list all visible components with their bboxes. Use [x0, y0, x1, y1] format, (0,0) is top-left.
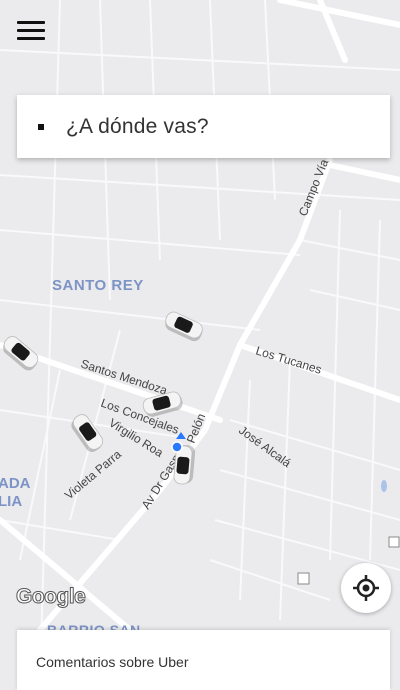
car-icon — [3, 336, 39, 371]
neighborhood-label: LIA — [0, 493, 22, 510]
my-location-button[interactable] — [341, 563, 391, 613]
destination-placeholder: ¿A dónde vas? — [66, 114, 209, 138]
hamburger-menu-icon[interactable] — [14, 16, 48, 46]
neighborhood-label: SANTO REY — [52, 277, 144, 294]
car-icon — [165, 311, 203, 342]
feedback-label: Comentarios sobre Uber — [36, 654, 189, 670]
menu-bar — [17, 37, 45, 40]
car-icon — [71, 414, 104, 452]
destination-search-box[interactable]: ¿A dónde vas? — [17, 95, 390, 158]
destination-square-icon — [38, 123, 44, 130]
menu-bar — [17, 21, 45, 24]
menu-bar — [17, 29, 45, 32]
crosshair-location-icon — [353, 575, 379, 601]
google-logo: Google — [15, 585, 86, 609]
neighborhood-label: ADA — [0, 475, 31, 492]
street-label: Violeta Parra — [62, 447, 124, 502]
feedback-card[interactable]: Comentarios sobre Uber — [17, 630, 390, 690]
